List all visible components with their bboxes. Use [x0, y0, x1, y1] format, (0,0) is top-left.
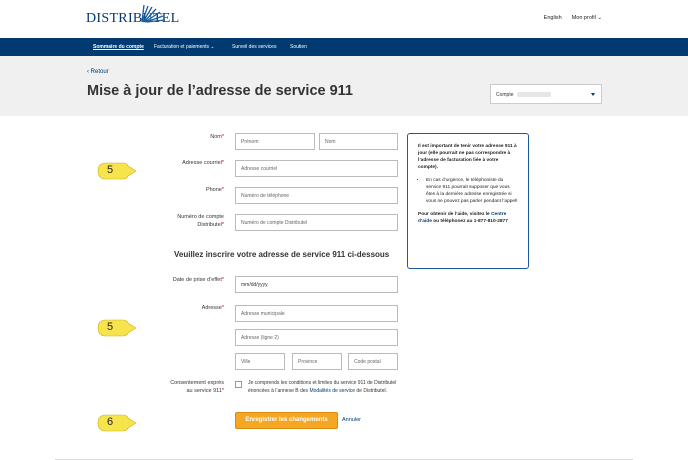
- info-intro: Il est important de tenir votre adresse …: [418, 144, 517, 170]
- main-nav: Sommaire du compte Facturation et paieme…: [0, 38, 688, 56]
- language-link[interactable]: English: [544, 15, 562, 21]
- first-name-input[interactable]: Prénom: [235, 133, 315, 150]
- account-number-label: Numéro de compte Distributel*: [177, 214, 224, 228]
- step-number: 6: [107, 416, 114, 428]
- info-help: Pour obtenir de l’aide, visitez le Centr…: [418, 212, 508, 224]
- page-title: Mise à jour de l’adresse de service 911: [87, 83, 353, 99]
- step-number: 5: [107, 164, 114, 176]
- date-label: Date de prise d’effet*: [172, 277, 224, 283]
- back-label: Retour: [90, 69, 109, 75]
- email-input[interactable]: Adresse courriel: [235, 160, 398, 177]
- email-label: Adresse courriel*: [182, 160, 224, 166]
- consent-text: Je comprends les conditions et limites d…: [248, 380, 397, 394]
- step-badge-email: 5: [97, 162, 137, 180]
- info-list: En cas d’urgence, le téléphoniste du ser…: [426, 177, 518, 205]
- cancel-link[interactable]: Annuler: [342, 417, 361, 423]
- profile-menu[interactable]: Mon profil ⌄: [572, 15, 602, 21]
- step-badge-address: 5: [97, 319, 137, 337]
- phone-input[interactable]: Numéro de téléphone: [235, 187, 398, 204]
- distributel-logo[interactable]: DISTRIBUTEL: [86, 4, 180, 29]
- info-box: Il est important de tenir votre adresse …: [407, 133, 529, 269]
- section-title: Veuillez inscrire votre adresse de servi…: [174, 250, 390, 259]
- address-line2-input[interactable]: Adresse (ligne 2): [235, 329, 398, 346]
- caret-down-icon: [591, 93, 595, 96]
- name-label: Nom*: [210, 134, 224, 140]
- nav-self-serve[interactable]: Surveil des services: [232, 44, 276, 50]
- logo-fan-icon: [141, 4, 166, 23]
- help-phone: 1-877-810-2877: [473, 219, 508, 224]
- consent-checkbox[interactable]: [235, 381, 242, 388]
- profile-label: Mon profil: [571, 15, 596, 21]
- city-input[interactable]: Ville: [235, 353, 285, 370]
- top-bar: DISTRIBUTEL English Mon profil ⌄: [0, 0, 688, 38]
- terms-link[interactable]: Modalités de service: [309, 388, 355, 394]
- account-number-input[interactable]: Numéro de compte Distributel: [235, 214, 398, 231]
- phone-label: Phone*: [205, 187, 224, 193]
- street-address-input[interactable]: Adresse municipale: [235, 305, 398, 322]
- postal-code-input[interactable]: Code postal: [348, 353, 398, 370]
- page-header: ‹ Retour Mise à jour de l’adresse de ser…: [0, 56, 688, 116]
- last-name-input[interactable]: Nom: [319, 133, 398, 150]
- info-bullet: En cas d’urgence, le téléphoniste du ser…: [426, 177, 518, 205]
- chevron-down-icon: ⌄: [210, 44, 215, 50]
- date-input[interactable]: mm/dd/yyyy: [235, 276, 398, 293]
- save-changes-button[interactable]: Enregistrer les changements: [235, 412, 338, 429]
- nav-account-summary[interactable]: Sommaire du compte: [93, 44, 144, 50]
- province-input[interactable]: Province: [292, 353, 342, 370]
- nav-support[interactable]: Soutien: [290, 44, 307, 50]
- account-select[interactable]: Compte: [490, 84, 602, 104]
- chevron-down-icon: ⌄: [597, 15, 602, 21]
- account-number-redacted: [516, 92, 551, 98]
- step-number: 5: [107, 321, 114, 333]
- account-select-label: Compte: [496, 92, 514, 98]
- step-badge-save: 6: [97, 414, 137, 432]
- consent-label: Consentement exprès au service 911*: [170, 380, 224, 394]
- page: DISTRIBUTEL English Mon profil ⌄ Sommair…: [0, 0, 688, 460]
- nav-billing-label: Facturation et paiements: [154, 44, 210, 50]
- back-link[interactable]: ‹ Retour: [87, 69, 109, 75]
- address-label: Adresse*: [201, 305, 224, 311]
- nav-billing[interactable]: Facturation et paiements ⌄: [154, 44, 215, 50]
- top-links: English Mon profil ⌄: [544, 15, 602, 21]
